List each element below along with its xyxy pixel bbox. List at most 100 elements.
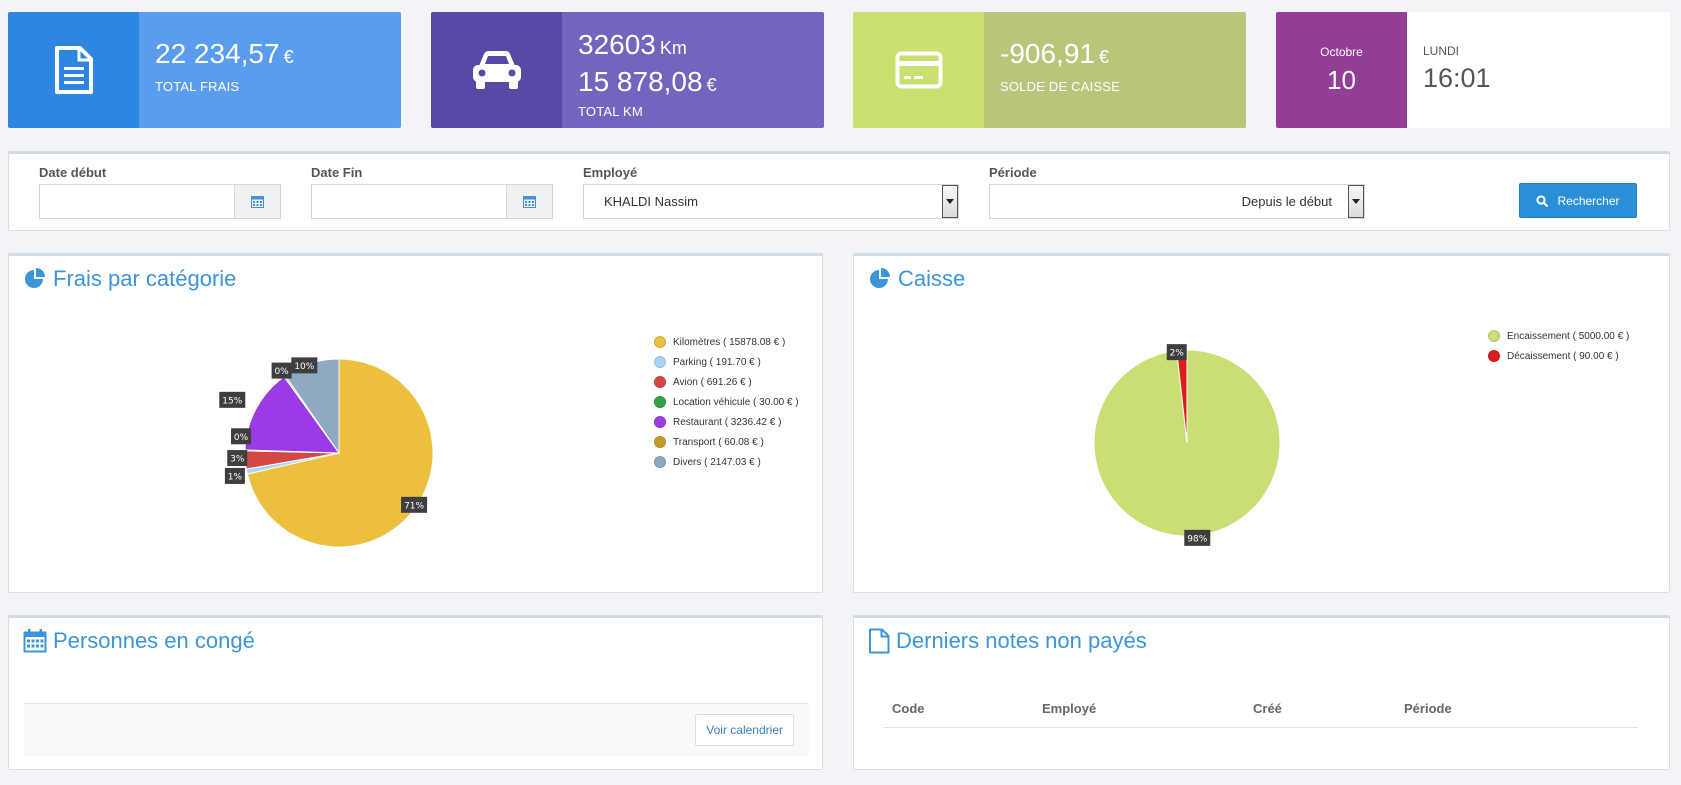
pie-label-decaissement: 2% xyxy=(1166,344,1187,361)
legend-swatch xyxy=(654,356,666,368)
svg-text:0%: 0% xyxy=(274,367,289,377)
legend-item-transport[interactable]: Transport ( 60.08 € ) xyxy=(654,432,799,452)
panel-title: Derniers notes non payés xyxy=(868,628,1147,654)
search-button[interactable]: Rechercher xyxy=(1519,183,1637,218)
legend-swatch xyxy=(654,376,666,388)
employe-label: Employé xyxy=(583,165,638,180)
date-debut-field xyxy=(39,184,281,219)
date-day: 10 xyxy=(1327,64,1356,95)
solde-caisse-value: -906,91 xyxy=(1000,38,1095,69)
legend-item-divers[interactable]: Divers ( 2147.03 € ) xyxy=(654,452,799,472)
car-icon xyxy=(431,12,562,128)
solde-caisse-card: -906,91 € SOLDE DE CAISSE xyxy=(853,12,1246,128)
calendar-icon[interactable] xyxy=(506,185,552,218)
date-weekday: LUNDI xyxy=(1423,44,1460,58)
legend-swatch xyxy=(654,416,666,428)
legend-item-decaissement[interactable]: Décaissement ( 90.00 € ) xyxy=(1488,346,1629,366)
date-card: Octobre 10 LUNDI 16:01 xyxy=(1276,12,1670,128)
frais-legend: Kilomètres ( 15878.08 € ) Parking ( 191.7… xyxy=(654,332,799,472)
legend-label: Restaurant ( 3236.42 € ) xyxy=(673,416,782,428)
filter-bar: Date début Date Fin Employé KHALDI Nassi… xyxy=(8,151,1670,231)
legend-swatch xyxy=(1488,350,1500,362)
conge-panel-footer: Voir calendrier xyxy=(24,703,809,756)
caisse-pie-chart: 98% 2% xyxy=(1093,344,1281,546)
chevron-down-icon[interactable] xyxy=(942,185,958,218)
column-header-employe[interactable]: Employé xyxy=(1042,701,1096,716)
pie-label-location-vehicule: 0% xyxy=(231,428,252,445)
periode-select-value: Depuis le début xyxy=(1241,194,1332,209)
legend-label: Décaissement ( 90.00 € ) xyxy=(1507,350,1619,362)
legend-swatch xyxy=(654,336,666,348)
legend-label: Location véhicule ( 30.00 € ) xyxy=(673,396,799,408)
current-time: 16:01 xyxy=(1423,63,1491,93)
file-icon xyxy=(869,628,890,654)
legend-label: Parking ( 191.70 € ) xyxy=(673,356,761,368)
total-km-label: TOTAL KM xyxy=(578,104,643,119)
legend-swatch xyxy=(1488,330,1500,342)
periode-label: Période xyxy=(989,165,1037,180)
chevron-down-icon[interactable] xyxy=(1348,185,1364,218)
calendar-icon[interactable] xyxy=(234,185,280,218)
total-frais-label: TOTAL FRAIS xyxy=(155,79,240,94)
date-fin-label: Date Fin xyxy=(311,165,363,180)
notes-panel-title: Derniers notes non payés xyxy=(896,628,1147,653)
total-frais-unit: € xyxy=(283,47,294,67)
legend-item-kilometres[interactable]: Kilomètres ( 15878.08 € ) xyxy=(654,332,799,352)
legend-label: Avion ( 691.26 € ) xyxy=(673,376,752,388)
employe-select[interactable]: KHALDI Nassim xyxy=(583,184,959,219)
total-frais-value: 22 234,57 xyxy=(155,38,280,69)
svg-text:71%: 71% xyxy=(404,501,424,511)
total-km-value: 15 878,08 xyxy=(578,66,703,97)
date-block: Octobre 10 xyxy=(1276,12,1407,128)
frais-par-categorie-panel: Frais par catégorie 71% 1% 3% 0% 15% 0% 10% Ki… xyxy=(8,253,823,593)
caisse-legend: Encaissement ( 5000.00 € ) Décaissement (… xyxy=(1488,326,1629,366)
legend-label: Encaissement ( 5000.00 € ) xyxy=(1507,330,1630,342)
svg-text:1%: 1% xyxy=(228,472,243,482)
svg-text:98%: 98% xyxy=(1187,534,1207,544)
document-icon xyxy=(8,12,139,128)
legend-label: Kilomètres ( 15878.08 € ) xyxy=(673,336,786,348)
column-header-cree[interactable]: Créé xyxy=(1253,701,1282,716)
legend-item-restaurant[interactable]: Restaurant ( 3236.42 € ) xyxy=(654,412,799,432)
conge-panel-title: Personnes en congé xyxy=(53,628,255,653)
legend-item-encaissement[interactable]: Encaissement ( 5000.00 € ) xyxy=(1488,326,1629,346)
svg-text:0%: 0% xyxy=(234,433,249,443)
pie-label-kilometres: 71% xyxy=(401,496,428,513)
legend-swatch xyxy=(654,436,666,448)
date-fin-input[interactable] xyxy=(312,185,506,218)
legend-label: Transport ( 60.08 € ) xyxy=(673,436,764,448)
voir-calendrier-button[interactable]: Voir calendrier xyxy=(695,714,794,746)
panel-title: Personnes en congé xyxy=(23,628,255,654)
svg-text:10%: 10% xyxy=(294,362,314,372)
calendar-icon xyxy=(23,629,47,653)
search-button-label: Rechercher xyxy=(1557,193,1620,208)
pie-label-transport: 0% xyxy=(271,362,292,379)
personnes-en-conge-panel: Personnes en congé Voir calendrier xyxy=(8,615,823,770)
legend-swatch xyxy=(654,456,666,468)
svg-text:15%: 15% xyxy=(222,396,242,406)
derniers-notes-panel: Derniers notes non payés Code Employé Cr… xyxy=(853,615,1670,770)
periode-select[interactable]: Depuis le début xyxy=(989,184,1365,219)
date-fin-field xyxy=(311,184,553,219)
total-frais-card: 22 234,57 € TOTAL FRAIS xyxy=(8,12,401,128)
credit-card-icon xyxy=(853,12,984,128)
legend-item-avion[interactable]: Avion ( 691.26 € ) xyxy=(654,372,799,392)
employe-select-value: KHALDI Nassim xyxy=(604,194,698,209)
svg-text:3%: 3% xyxy=(230,455,245,465)
pie-label-parking: 1% xyxy=(224,467,245,484)
pie-label-encaissement: 98% xyxy=(1184,529,1211,546)
legend-item-parking[interactable]: Parking ( 191.70 € ) xyxy=(654,352,799,372)
legend-item-location-vehicule[interactable]: Location véhicule ( 30.00 € ) xyxy=(654,392,799,412)
svg-text:2%: 2% xyxy=(1170,349,1185,359)
total-km-distance: 32603 xyxy=(578,29,656,60)
date-debut-input[interactable] xyxy=(40,185,234,218)
column-header-code[interactable]: Code xyxy=(892,701,925,716)
pie-label-avion: 3% xyxy=(227,450,248,467)
column-header-periode[interactable]: Période xyxy=(1404,701,1452,716)
solde-caisse-label: SOLDE DE CAISSE xyxy=(1000,79,1121,94)
date-debut-label: Date début xyxy=(39,165,107,180)
search-icon xyxy=(1536,194,1549,207)
legend-label: Divers ( 2147.03 € ) xyxy=(673,456,761,468)
total-km-card: 32603 Km 15 878,08 € TOTAL KM xyxy=(431,12,824,128)
legend-swatch xyxy=(654,396,666,408)
